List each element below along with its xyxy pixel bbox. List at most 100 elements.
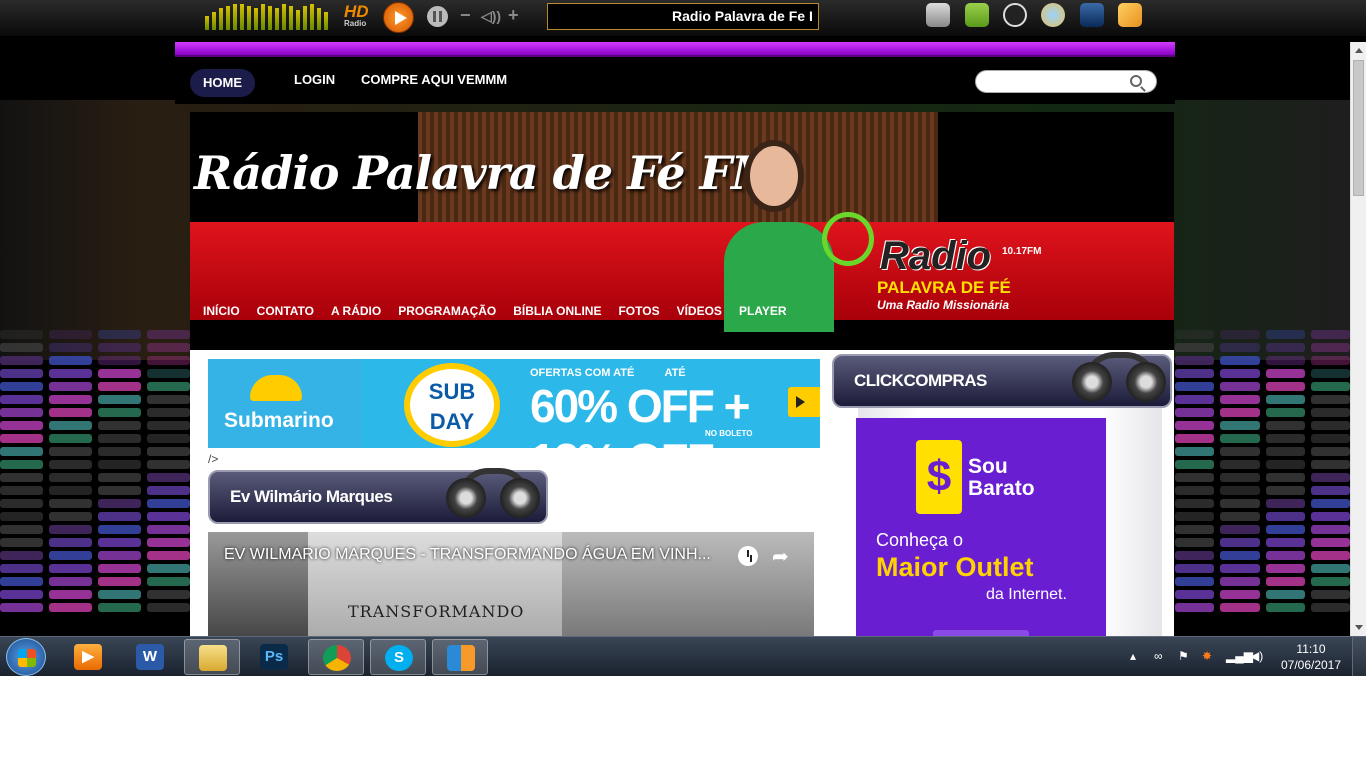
chrome-app-icon <box>323 645 351 671</box>
offer-heading: OFERTAS COM ATÉ ATÉ <box>530 367 686 379</box>
windows-logo-icon <box>18 649 36 667</box>
nav-home-link[interactable]: HOME <box>190 69 255 97</box>
menu-biblia-online[interactable]: BÍBLIA ONLINE <box>513 304 601 318</box>
skype-app-icon: S <box>385 645 413 671</box>
tray-expand-icon[interactable]: ▴ <box>1130 650 1144 662</box>
subday-badge-line1: SUB <box>428 379 476 404</box>
search-icon[interactable] <box>1130 75 1142 87</box>
share-icon[interactable]: ➦ <box>772 544 789 569</box>
radio-logo: Radio 10.17FM PALAVRA DE FÉ Uma Radio Mi… <box>822 212 1082 312</box>
menu-a-radio[interactable]: A RÁDIO <box>331 304 381 318</box>
headphones-icon <box>1068 352 1170 408</box>
avast-icon[interactable]: ✸ <box>1202 650 1216 662</box>
soubarato-line1: Conheça o <box>876 530 964 550</box>
sidebar-title: CLICKCOMPRAS <box>854 371 987 390</box>
volume-down-icon[interactable]: − <box>460 5 471 26</box>
equalizer-column <box>1265 330 1305 636</box>
menu-fotos[interactable]: FOTOS <box>618 304 659 318</box>
section-header-ev-wilmario: Ev Wilmário Marques <box>208 468 548 524</box>
main-content: Submarino SUB DAY OFERTAS COM ATÉ ATÉ 60… <box>190 350 1174 640</box>
soubarato-logo-icon: $ <box>916 440 962 514</box>
clock-date: 07/06/2017 <box>1280 658 1342 672</box>
equalizer-column <box>98 330 141 636</box>
equalizer-decoration-right <box>1175 330 1350 636</box>
radio-logo-subtitle: PALAVRA DE FÉ <box>877 278 1011 297</box>
equalizer-decoration-left <box>0 330 190 636</box>
soubarato-line2: Maior Outlet <box>876 552 1034 582</box>
video-title[interactable]: EV WILMARIO MARQUES - TRANSFORMANDO ÁGUA… <box>224 546 711 564</box>
show-desktop-button[interactable] <box>1352 637 1366 676</box>
equalizer-column <box>1220 330 1260 636</box>
equalizer-column <box>49 330 92 636</box>
photoshop-app-icon: Ps <box>260 644 288 670</box>
soubarato-line3: da Internet. <box>986 586 1067 603</box>
taskbar-explorer[interactable] <box>184 639 240 675</box>
play-button[interactable] <box>383 2 414 33</box>
scroll-up-arrow-icon[interactable] <box>1355 48 1363 53</box>
scroll-down-arrow-icon[interactable] <box>1355 625 1363 630</box>
search-input[interactable] <box>975 70 1157 93</box>
section-title: Ev Wilmário Marques <box>230 487 393 506</box>
radio-logo-mark-icon <box>822 212 874 266</box>
volume-icon[interactable]: ◀) <box>1250 650 1264 662</box>
winamp-icon[interactable] <box>1118 3 1142 27</box>
sidebar: CLICKCOMPRAS $ Sou Barato Conheça o Maio… <box>832 350 1174 640</box>
word-app-icon: W <box>136 644 164 670</box>
taskbar-word[interactable]: W <box>122 639 178 675</box>
media-player-icon[interactable] <box>1041 3 1065 27</box>
site-banner: Rádio Palavra de Fé FM Radio 10.17FM PAL… <box>190 112 1174 350</box>
menu-contato[interactable]: CONTATO <box>257 304 314 318</box>
equalizer-column <box>1175 330 1215 636</box>
taskbar-media-player[interactable]: ▶ <box>60 639 116 675</box>
apps-grid-icon <box>447 645 475 671</box>
menu-programacao[interactable]: PROGRAMAÇÃO <box>398 304 496 318</box>
browser-window: HD Radio − ◁)) + Radio Palavra de Fe I H… <box>0 0 1366 676</box>
signal-strength-icon[interactable]: ▂▄▆ <box>1226 650 1253 662</box>
pause-button[interactable] <box>427 6 448 27</box>
realplayer-icon[interactable] <box>1080 3 1104 27</box>
taskbar-apps[interactable] <box>432 639 488 675</box>
apple-icon[interactable] <box>926 3 950 27</box>
equalizer-column <box>1310 330 1350 636</box>
submarine-icon <box>250 375 302 401</box>
vu-meter-icon <box>205 4 328 30</box>
submarino-brand-area: Submarino <box>208 359 362 448</box>
taskbar-chrome[interactable] <box>308 639 364 675</box>
network-link-icon[interactable]: ∞ <box>1154 650 1168 662</box>
nav-shop-link[interactable]: COMPRE AQUI VEMMM <box>361 72 507 87</box>
media-player-app-icon: ▶ <box>74 644 102 670</box>
android-icon[interactable] <box>965 3 989 27</box>
blackberry-icon[interactable] <box>1003 3 1027 27</box>
clock-time: 11:10 <box>1296 642 1326 656</box>
volume-level-icon[interactable]: ◁)) <box>481 8 501 25</box>
soubarato-brand: Sou Barato <box>968 455 1035 500</box>
stray-markup-text: /> <box>208 452 219 466</box>
equalizer-column <box>0 330 43 636</box>
subday-badge-line2: DAY <box>429 409 475 434</box>
submarino-ad-banner[interactable]: Submarino SUB DAY OFERTAS COM ATÉ ATÉ 60… <box>208 359 820 448</box>
youtube-video-embed[interactable]: TRANSFORMANDO EV WILMARIO MARQUES - TRAN… <box>208 532 814 640</box>
taskbar-skype[interactable]: S <box>370 639 426 675</box>
watch-later-icon[interactable] <box>738 546 758 566</box>
ad-next-arrow-icon[interactable] <box>788 387 820 417</box>
taskbar-photoshop[interactable]: Ps <box>246 639 302 675</box>
radio-logo-main: Radio <box>880 234 992 278</box>
start-button[interactable] <box>6 638 46 676</box>
windows-taskbar: ▶ W Ps S ▴ ∞ ⚑ ✸ ▂▄▆ ◀) 11:10 07/06/2017 <box>0 636 1366 676</box>
banner-menu: INÍCIO CONTATO A RÁDIO PROGRAMAÇÃO BÍBLI… <box>190 304 787 318</box>
nav-login-link[interactable]: LOGIN <box>294 72 335 87</box>
scroll-thumb[interactable] <box>1353 60 1364 196</box>
video-thumbnail-caption: TRANSFORMANDO <box>348 602 525 621</box>
soubarato-ad-banner[interactable]: $ Sou Barato Conheça o Maior Outlet da I… <box>856 418 1106 640</box>
now-playing-display: Radio Palavra de Fe I <box>547 3 819 30</box>
hd-radio-logo-sub: Radio <box>344 19 367 28</box>
radio-logo-tagline: Uma Radio Missionária <box>877 298 1010 312</box>
page-scrollbar[interactable] <box>1350 42 1366 636</box>
volume-up-icon[interactable]: + <box>508 5 519 26</box>
headphones-icon <box>442 468 544 524</box>
action-center-flag-icon[interactable]: ⚑ <box>1178 650 1192 662</box>
system-clock[interactable]: 11:10 07/06/2017 <box>1276 641 1346 673</box>
menu-player[interactable]: PLAYER <box>739 304 787 318</box>
menu-inicio[interactable]: INÍCIO <box>203 304 240 318</box>
menu-videos[interactable]: VÍDEOS <box>677 304 722 318</box>
